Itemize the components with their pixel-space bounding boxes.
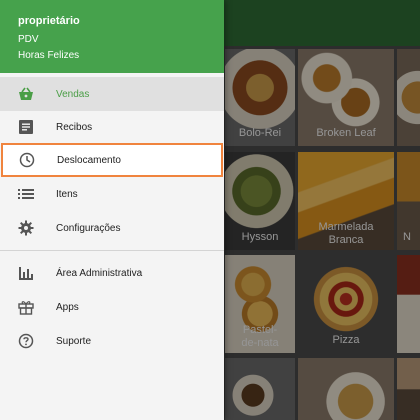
tile-label: Broken Leaf <box>316 127 376 139</box>
pos-name: PDV <box>18 34 39 45</box>
menu-item-settings[interactable]: Configurações <box>0 211 224 245</box>
receipt-icon <box>17 118 35 136</box>
gift-icon <box>17 298 35 316</box>
tile-label: Marmelada Branca <box>318 221 374 246</box>
owner-name: proprietário <box>18 15 80 27</box>
app-toolbar <box>224 0 420 46</box>
menu-item-label: Configurações <box>56 222 121 234</box>
menu-item-label: Recibos <box>56 121 93 133</box>
list-icon <box>17 185 35 203</box>
tile-partial-1[interactable] <box>397 49 420 146</box>
menu-item-support[interactable]: Suporte <box>0 324 224 358</box>
tile-label: Pizza <box>332 334 360 346</box>
menu-item-sales[interactable]: Vendas <box>0 77 224 111</box>
gear-icon <box>17 219 35 237</box>
tile-label: Hysson <box>241 231 279 243</box>
tile-label: Pastel- de-nata <box>241 324 279 349</box>
tile-partial-2[interactable]: N <box>397 152 420 250</box>
menu-item-label: Apps <box>56 301 79 313</box>
tile-pizza[interactable]: Pizza <box>298 255 394 353</box>
basket-icon <box>17 85 35 103</box>
tile-label: Bolo-Rei <box>238 127 282 139</box>
menu-item-label: Suporte <box>56 335 92 347</box>
tile-bolo-rei[interactable]: Bolo-Rei <box>225 49 295 146</box>
tile-row4-2[interactable] <box>298 358 394 420</box>
navigation-drawer: proprietário PDV Horas Felizes Vendas Re… <box>0 0 224 420</box>
tile-hysson[interactable]: Hysson <box>225 152 295 250</box>
menu-item-receipts[interactable]: Recibos <box>0 110 224 144</box>
tile-pastel-de-nata[interactable]: Pastel- de-nata <box>225 255 295 353</box>
tile-label: N <box>403 231 411 243</box>
tile-marmelada-branca[interactable]: Marmelada Branca <box>298 152 394 250</box>
menu-item-shift[interactable]: Deslocamento <box>1 143 223 177</box>
menu-item-apps[interactable]: Apps <box>0 290 224 324</box>
tile-partial-3[interactable] <box>397 255 420 353</box>
menu-item-label: Itens <box>56 188 78 200</box>
menu-item-label: Área Administrativa <box>56 267 143 279</box>
menu-item-items[interactable]: Itens <box>0 177 224 211</box>
menu-divider <box>0 250 224 251</box>
bar-chart-icon <box>17 264 35 282</box>
clock-icon <box>18 151 36 169</box>
help-icon <box>17 332 35 350</box>
menu-item-label: Vendas <box>56 88 90 100</box>
tile-row4-1[interactable] <box>225 358 295 420</box>
menu-item-label: Deslocamento <box>57 154 121 166</box>
tile-row4-3[interactable] <box>397 358 420 420</box>
store-name: Horas Felizes <box>18 50 80 61</box>
menu-item-admin[interactable]: Área Administrativa <box>0 256 224 290</box>
tile-broken-leaf[interactable]: Broken Leaf <box>298 49 394 146</box>
drawer-header: proprietário PDV Horas Felizes <box>0 0 224 73</box>
